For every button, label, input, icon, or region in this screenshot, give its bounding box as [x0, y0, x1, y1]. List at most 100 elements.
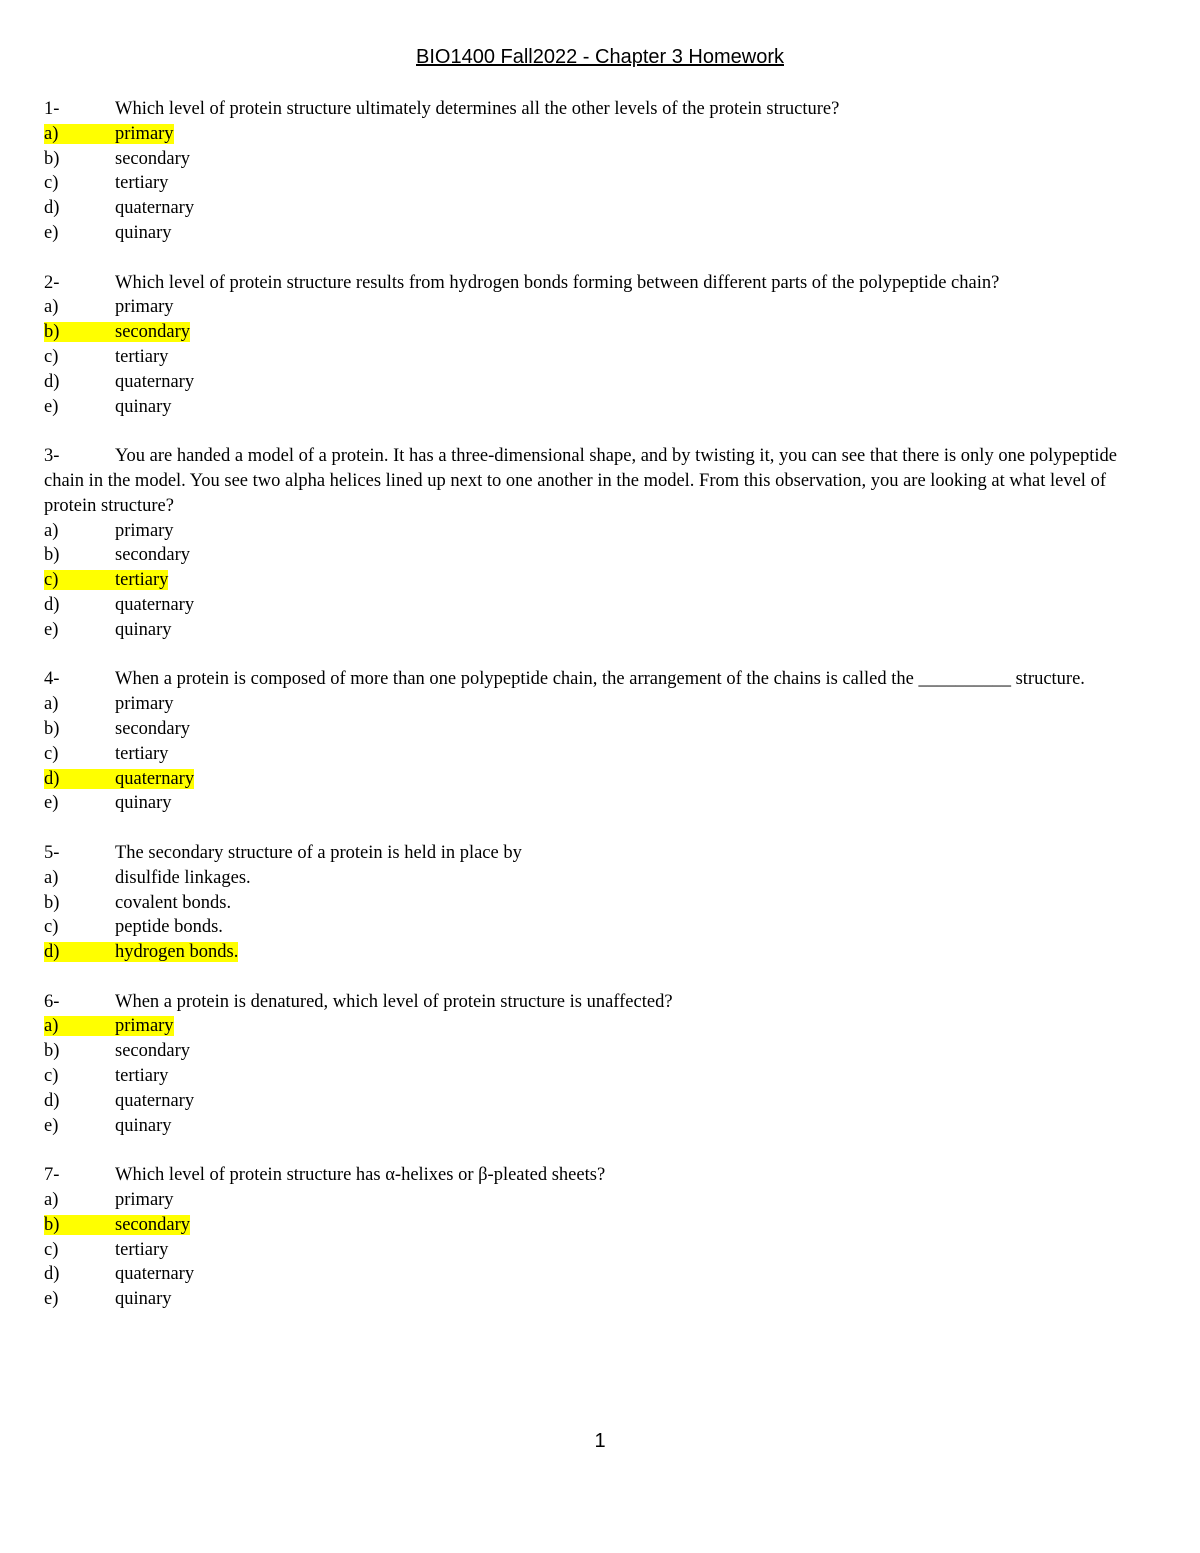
- answer-option: b) secondary: [44, 717, 1154, 742]
- option-letter: a): [44, 1190, 59, 1211]
- question-stem: 4- When a protein is composed of more tha…: [44, 667, 1154, 692]
- option-text: tertiary: [115, 570, 169, 591]
- option-letter: e): [44, 793, 59, 814]
- option-text: quaternary: [115, 594, 195, 615]
- option-letter: d): [44, 371, 60, 392]
- option-content: d) quaternary: [44, 1091, 194, 1111]
- option-text: covalent bonds.: [115, 892, 232, 913]
- option-text: hydrogen bonds.: [115, 942, 239, 963]
- option-content: a) primary: [44, 1190, 174, 1210]
- option-letter: c): [44, 570, 59, 591]
- option-letter: a): [44, 1016, 59, 1037]
- option-letter: d): [44, 198, 60, 219]
- answer-option: a) primary: [44, 519, 1154, 544]
- answer-option-highlighted: b) secondary: [44, 1213, 1154, 1238]
- option-text: quaternary: [115, 1264, 195, 1285]
- answer-option-highlighted: c) tertiary: [44, 568, 1154, 593]
- option-letter: c): [44, 1066, 59, 1087]
- page-number: 1: [594, 1430, 606, 1452]
- option-letter: e): [44, 1289, 59, 1310]
- option-letter: b): [44, 545, 60, 566]
- answer-option: b) secondary: [44, 543, 1154, 568]
- option-content: e) quinary: [44, 1289, 172, 1309]
- answer-option: c) peptide bonds.: [44, 915, 1154, 940]
- option-letter: d): [44, 1264, 60, 1285]
- answer-option: d) quaternary: [44, 1089, 1154, 1114]
- option-content: c) tertiary: [44, 173, 168, 193]
- option-content: b) covalent bonds.: [44, 893, 231, 913]
- answer-option: c) tertiary: [44, 742, 1154, 767]
- option-content: b) secondary: [44, 149, 190, 169]
- option-text: primary: [115, 1016, 174, 1037]
- answer-option: c) tertiary: [44, 345, 1154, 370]
- highlight: d) hydrogen bonds.: [44, 942, 239, 963]
- answer-option: e) quinary: [44, 791, 1154, 816]
- question-number: 4-: [44, 669, 60, 690]
- question-text: You are handed a model of a protein. It …: [44, 446, 1117, 516]
- option-letter: d): [44, 594, 60, 615]
- question-number: 6-: [44, 991, 60, 1012]
- option-letter: a): [44, 694, 59, 715]
- option-letter: b): [44, 322, 60, 343]
- answer-option: b) covalent bonds.: [44, 891, 1154, 916]
- question-text: Which level of protein structure ultimat…: [115, 99, 840, 119]
- answer-option: a) disulfide linkages.: [44, 866, 1154, 891]
- option-letter: a): [44, 297, 59, 318]
- option-content: a) disulfide linkages.: [44, 868, 251, 888]
- question-number: 5-: [44, 842, 60, 863]
- answer-option: d) quaternary: [44, 593, 1154, 618]
- answer-option: a) primary: [44, 1188, 1154, 1213]
- option-text: tertiary: [115, 743, 169, 764]
- option-text: secondary: [115, 322, 190, 343]
- question-1: 1- Which level of protein structure ultim…: [44, 97, 1154, 246]
- option-content: c) tertiary: [44, 744, 168, 764]
- option-content: e) quinary: [44, 397, 172, 417]
- option-letter: b): [44, 1214, 60, 1235]
- question-stem: 5- The secondary structure of a protein i…: [44, 841, 1154, 866]
- question-number: 7-: [44, 1165, 60, 1186]
- question-list: 1- Which level of protein structure ultim…: [44, 97, 1154, 1337]
- option-text: quaternary: [115, 768, 195, 789]
- question-7: 7- Which level of protein structure has α…: [44, 1163, 1154, 1312]
- question-6: 6- When a protein is denatured, which lev…: [44, 990, 1154, 1139]
- answer-option: e) quinary: [44, 395, 1154, 420]
- option-content: e) quinary: [44, 223, 172, 243]
- option-text: tertiary: [115, 173, 169, 194]
- option-letter: b): [44, 1041, 60, 1062]
- option-letter: c): [44, 917, 59, 938]
- option-letter: d): [44, 942, 60, 963]
- question-text: When a protein is denatured, which level…: [115, 991, 673, 1012]
- option-content: e) quinary: [44, 620, 172, 640]
- option-content: d) quaternary: [44, 1264, 194, 1284]
- option-content: e) quinary: [44, 1116, 172, 1136]
- option-text: secondary: [115, 1041, 190, 1062]
- option-letter: c): [44, 743, 59, 764]
- question-stem: 2- Which level of protein structure resul…: [44, 271, 1154, 296]
- answer-option: b) secondary: [44, 147, 1154, 172]
- option-letter: e): [44, 222, 59, 243]
- option-text: disulfide linkages.: [115, 867, 251, 888]
- answer-option: d) quaternary: [44, 196, 1154, 221]
- answer-option: a) primary: [44, 692, 1154, 717]
- question-stem: 7- Which level of protein structure has α…: [44, 1163, 1154, 1188]
- answer-option-highlighted: a) primary: [44, 122, 1154, 147]
- question-2: 2- Which level of protein structure resul…: [44, 271, 1154, 420]
- highlight: a) primary: [44, 123, 174, 144]
- question-text: The secondary structure of a protein is …: [115, 842, 522, 863]
- option-text: secondary: [115, 1214, 190, 1235]
- highlight: a) primary: [44, 1016, 174, 1037]
- option-content: b) secondary: [44, 719, 190, 739]
- option-letter: a): [44, 520, 59, 541]
- option-content: b) secondary: [44, 1041, 190, 1061]
- question-stem: 1- Which level of protein structure ultim…: [44, 97, 1154, 122]
- option-text: quinary: [115, 793, 172, 814]
- answer-option: d) quaternary: [44, 370, 1154, 395]
- option-text: tertiary: [115, 1066, 169, 1087]
- option-content: c) tertiary: [44, 347, 168, 367]
- option-text: tertiary: [115, 346, 169, 367]
- option-text: primary: [115, 1190, 174, 1211]
- option-text: quaternary: [115, 1090, 195, 1111]
- question-number: 1-: [44, 99, 60, 119]
- option-text: secondary: [115, 148, 190, 169]
- option-letter: e): [44, 396, 59, 417]
